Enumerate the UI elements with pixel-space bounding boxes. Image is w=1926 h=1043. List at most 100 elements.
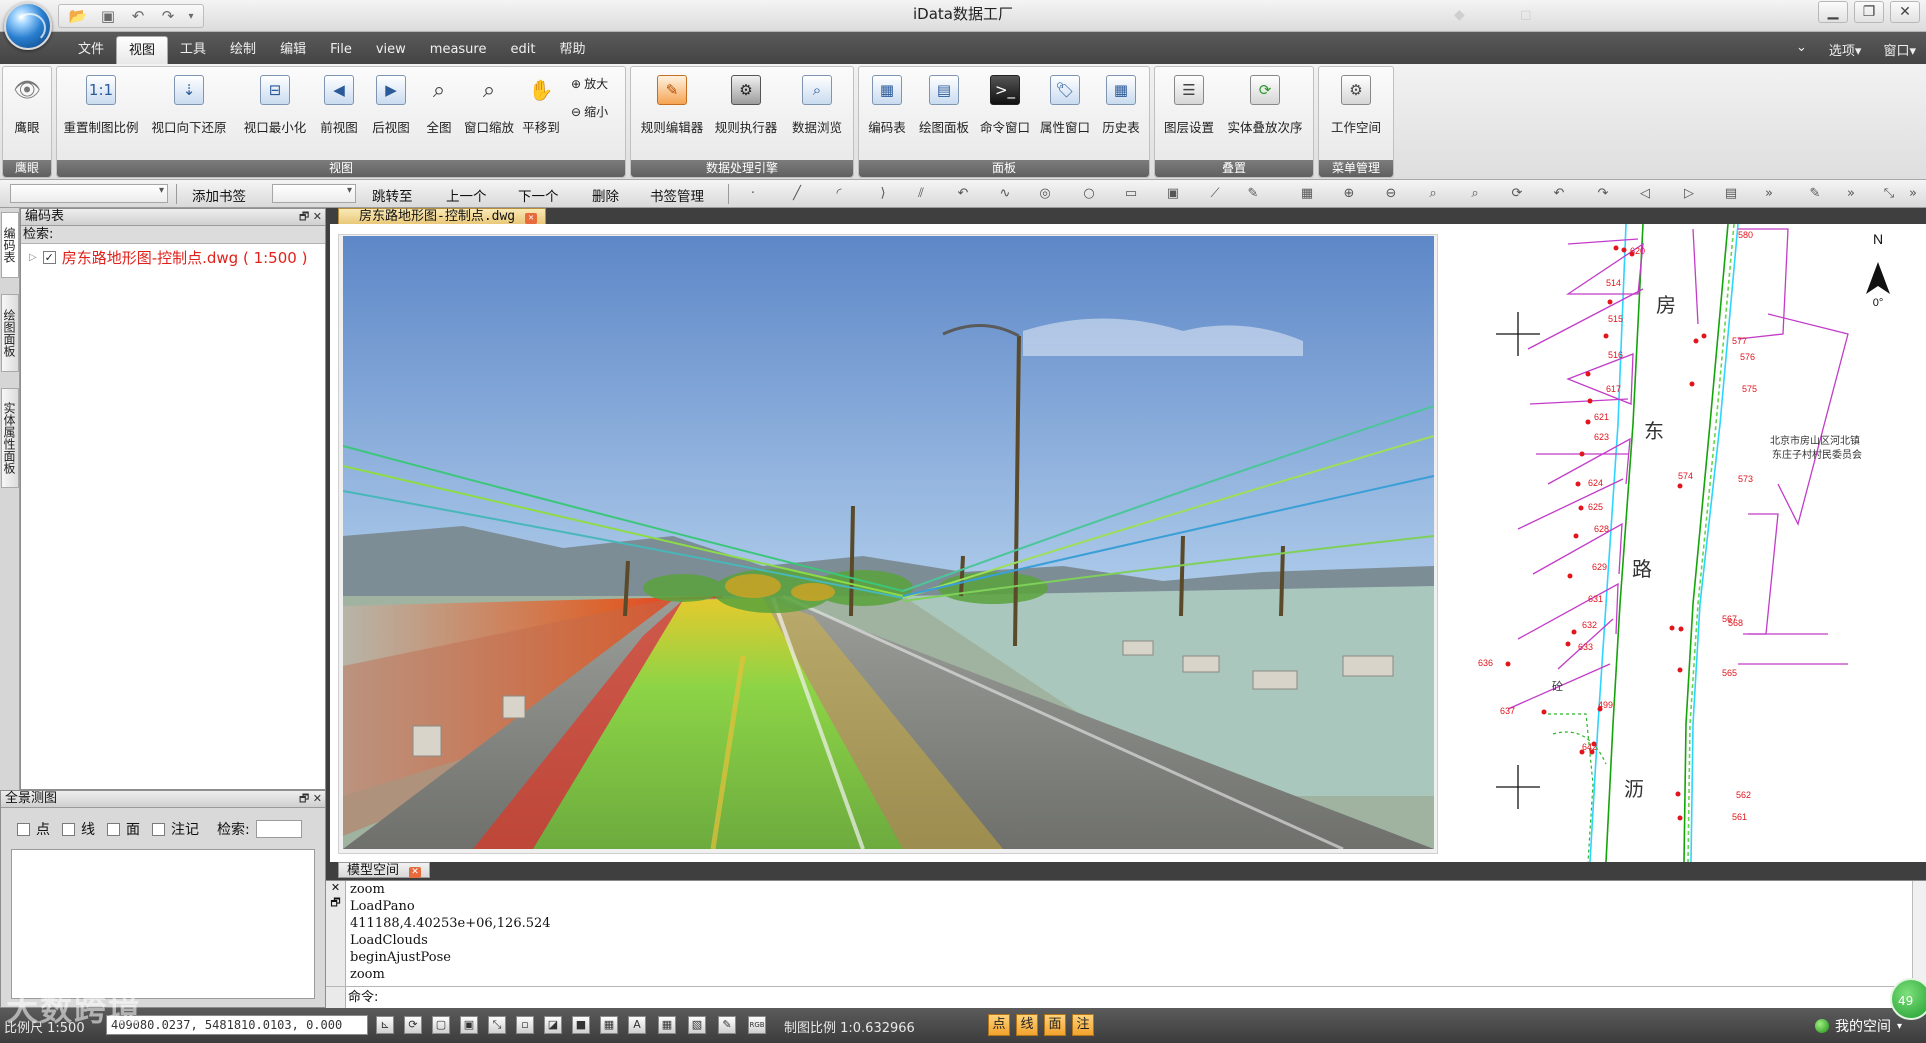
snap-line-button[interactable]: 线 bbox=[1016, 1014, 1038, 1036]
more-tools-icon[interactable]: » bbox=[1760, 186, 1778, 202]
close-tab-icon[interactable]: ✕ bbox=[525, 213, 538, 224]
restore-icon[interactable]: ❐ bbox=[1854, 1, 1884, 23]
snap-note-button[interactable]: 注 bbox=[1072, 1014, 1094, 1036]
bookmark-manage-button[interactable]: 书签管理 bbox=[650, 185, 704, 205]
arc-tool-icon[interactable]: ◜ bbox=[830, 186, 848, 202]
polar-icon[interactable]: ⤡ bbox=[488, 1016, 506, 1034]
lineweight-icon[interactable]: ◪ bbox=[544, 1016, 562, 1034]
menu-tab[interactable]: 帮助 bbox=[547, 36, 597, 64]
panorama-pointcloud-view[interactable] bbox=[343, 236, 1434, 849]
zoom-out-button[interactable]: ⊖ 缩小 bbox=[571, 103, 608, 120]
parallel-line-icon[interactable]: ⫽ bbox=[912, 186, 930, 202]
ribbon-collapse-icon[interactable]: ⌄ bbox=[1796, 40, 1807, 59]
options-menu[interactable]: 选项▾ bbox=[1829, 40, 1862, 59]
measure-tool-icon[interactable]: ⟋ bbox=[1206, 186, 1224, 202]
layer-view-icon[interactable]: ▤ bbox=[1722, 186, 1740, 202]
cad-drawing-view[interactable]: N 0° 房 东 路 沥 北京市房山区河北镇 东庄子村村民委员会 580 577 5… bbox=[1448, 224, 1924, 862]
menu-tab[interactable]: File bbox=[318, 36, 364, 64]
circle-tool-icon[interactable]: ◎ bbox=[1036, 186, 1054, 202]
menu-tab[interactable]: 文件 bbox=[66, 36, 116, 64]
pencil-tool-icon[interactable]: ✎ bbox=[1244, 186, 1262, 202]
zoom-in-tool-icon[interactable]: ⊕ bbox=[1340, 186, 1358, 202]
command-input[interactable]: 命令: bbox=[326, 986, 1912, 1008]
zoom-out-tool-icon[interactable]: ⊖ bbox=[1382, 186, 1400, 202]
goto-button[interactable]: 跳转至 bbox=[372, 185, 413, 205]
close-panel-icon[interactable]: ✕ bbox=[313, 792, 322, 805]
viewport-restore-button[interactable]: ⇣ 视口向下还原 bbox=[152, 69, 227, 141]
menu-tab[interactable]: view bbox=[364, 36, 418, 64]
pano-list[interactable] bbox=[11, 849, 315, 999]
snap-tool-icon[interactable]: ⤡ bbox=[1880, 186, 1898, 202]
workspace-indicator[interactable]: 我的空间 ▾ bbox=[1814, 1016, 1902, 1036]
redo-view-icon[interactable]: ↷ bbox=[1594, 186, 1612, 202]
history-table-button[interactable]: ▦ 历史表 bbox=[1097, 69, 1145, 141]
rule-editor-button[interactable]: ✎ 规则编辑器 bbox=[637, 69, 707, 141]
pin-command-icon[interactable]: 🗗 bbox=[326, 894, 345, 913]
snap-icon[interactable]: ⟳ bbox=[404, 1016, 422, 1034]
command-window-button[interactable]: >_ 命令窗口 bbox=[975, 69, 1035, 141]
menu-tab[interactable]: measure bbox=[418, 36, 499, 64]
prev-view-icon[interactable]: ◁ bbox=[1636, 186, 1654, 202]
window-zoom-button[interactable]: ⌕ 窗口缩放 bbox=[461, 69, 517, 141]
expand-arrow-icon[interactable]: ▷ bbox=[29, 252, 37, 263]
track-icon[interactable]: ▫ bbox=[516, 1016, 534, 1034]
more-tools-icon[interactable]: » bbox=[1904, 186, 1922, 202]
layer-combo[interactable] bbox=[10, 184, 168, 203]
attribute-window-button[interactable]: 🏷 属性窗口 bbox=[1035, 69, 1095, 141]
next-view-icon[interactable]: ▷ bbox=[1680, 186, 1698, 202]
menu-tab[interactable]: 编辑 bbox=[268, 36, 318, 64]
pin-panel-icon[interactable]: 🗗 bbox=[299, 792, 309, 805]
add-bookmark-button[interactable]: 添加书签 bbox=[192, 185, 246, 205]
polyline-tool-icon[interactable]: ⟩ bbox=[874, 186, 892, 202]
fill-icon[interactable]: ■ bbox=[572, 1016, 590, 1034]
side-tab-entity-attribute[interactable]: 实体属性面板 bbox=[1, 388, 19, 488]
select-tool-icon[interactable]: ▣ bbox=[1164, 186, 1182, 202]
tab-drawing[interactable]: 房东路地形图-控制点.dwg ✕ bbox=[338, 208, 547, 224]
rgb-icon[interactable]: RGB bbox=[748, 1016, 766, 1034]
zoom-window-icon[interactable]: ⌕ bbox=[1466, 186, 1484, 202]
filter-point-checkbox[interactable] bbox=[17, 822, 30, 836]
speed-badge[interactable]: 49 bbox=[1890, 978, 1926, 1020]
edit-tool-icon[interactable]: ✎ bbox=[1806, 186, 1824, 202]
curve-tool-icon[interactable]: ↶ bbox=[954, 186, 972, 202]
table-toggle-icon[interactable]: ▦ bbox=[600, 1016, 618, 1034]
data-browse-button[interactable]: ⌕ 数据浏览 bbox=[787, 69, 847, 141]
point-tool-icon[interactable]: · bbox=[744, 186, 762, 202]
more-tools-icon[interactable]: » bbox=[1842, 186, 1860, 202]
filter-area-checkbox[interactable] bbox=[107, 822, 120, 836]
pan-button[interactable]: ✋ 平移到 bbox=[517, 69, 565, 141]
workspace-button[interactable]: ⚙ 工作空间 bbox=[1323, 69, 1389, 141]
undo-view-icon[interactable]: ↶ bbox=[1550, 186, 1568, 202]
edit-toggle-icon[interactable]: ✎ bbox=[718, 1016, 736, 1034]
pano-search-input[interactable] bbox=[255, 820, 302, 838]
app-menu-orb[interactable] bbox=[4, 2, 52, 50]
circle-3p-icon[interactable]: ○ bbox=[1080, 186, 1098, 202]
rotate-view-icon[interactable]: ⟳ bbox=[1508, 186, 1526, 202]
window-menu[interactable]: 窗口▾ bbox=[1883, 40, 1916, 59]
back-view-button[interactable]: ▶ 后视图 bbox=[371, 69, 411, 141]
reset-scale-button[interactable]: 1:1 重置制图比例 bbox=[64, 69, 139, 141]
pin-panel-icon[interactable]: 🗗 bbox=[299, 210, 309, 223]
zoom-extent-icon[interactable]: ⌕ bbox=[1424, 186, 1442, 202]
menu-tab[interactable]: 工具 bbox=[168, 36, 218, 64]
zoom-in-button[interactable]: ⊕ 放大 bbox=[571, 75, 608, 92]
close-tab-icon[interactable]: ✕ bbox=[409, 867, 422, 878]
rectangle-tool-icon[interactable]: ▭ bbox=[1122, 186, 1140, 202]
draw-order-button[interactable]: ⟳ 实体叠放次序 bbox=[1221, 69, 1309, 141]
snap-point-button[interactable]: 点 bbox=[988, 1014, 1010, 1036]
filter-line-checkbox[interactable] bbox=[62, 822, 75, 836]
close-panel-icon[interactable]: ✕ bbox=[313, 210, 322, 223]
filter-note-checkbox[interactable] bbox=[152, 822, 165, 836]
tab-model-space[interactable]: 模型空间 ✕ bbox=[338, 862, 431, 878]
menu-tab[interactable]: 视图 bbox=[116, 36, 169, 64]
image-icon[interactable]: ▧ bbox=[688, 1016, 706, 1034]
next-button[interactable]: 下一个 bbox=[518, 185, 559, 205]
viewport-minimize-button[interactable]: ⊟ 视口最小化 bbox=[243, 69, 307, 141]
front-view-button[interactable]: ◀ 前视图 bbox=[319, 69, 359, 141]
object-snap-icon[interactable]: ▣ bbox=[460, 1016, 478, 1034]
tree-item-drawing[interactable]: ▷ ✓ 房东路地形图-控制点.dwg ( 1:500 ) bbox=[29, 247, 307, 268]
spline-tool-icon[interactable]: ∿ bbox=[996, 186, 1014, 202]
side-tab-code-table[interactable]: 编码表 bbox=[1, 212, 19, 278]
line-tool-icon[interactable]: ╱ bbox=[788, 186, 806, 202]
close-icon[interactable]: ✕ bbox=[1890, 1, 1920, 23]
